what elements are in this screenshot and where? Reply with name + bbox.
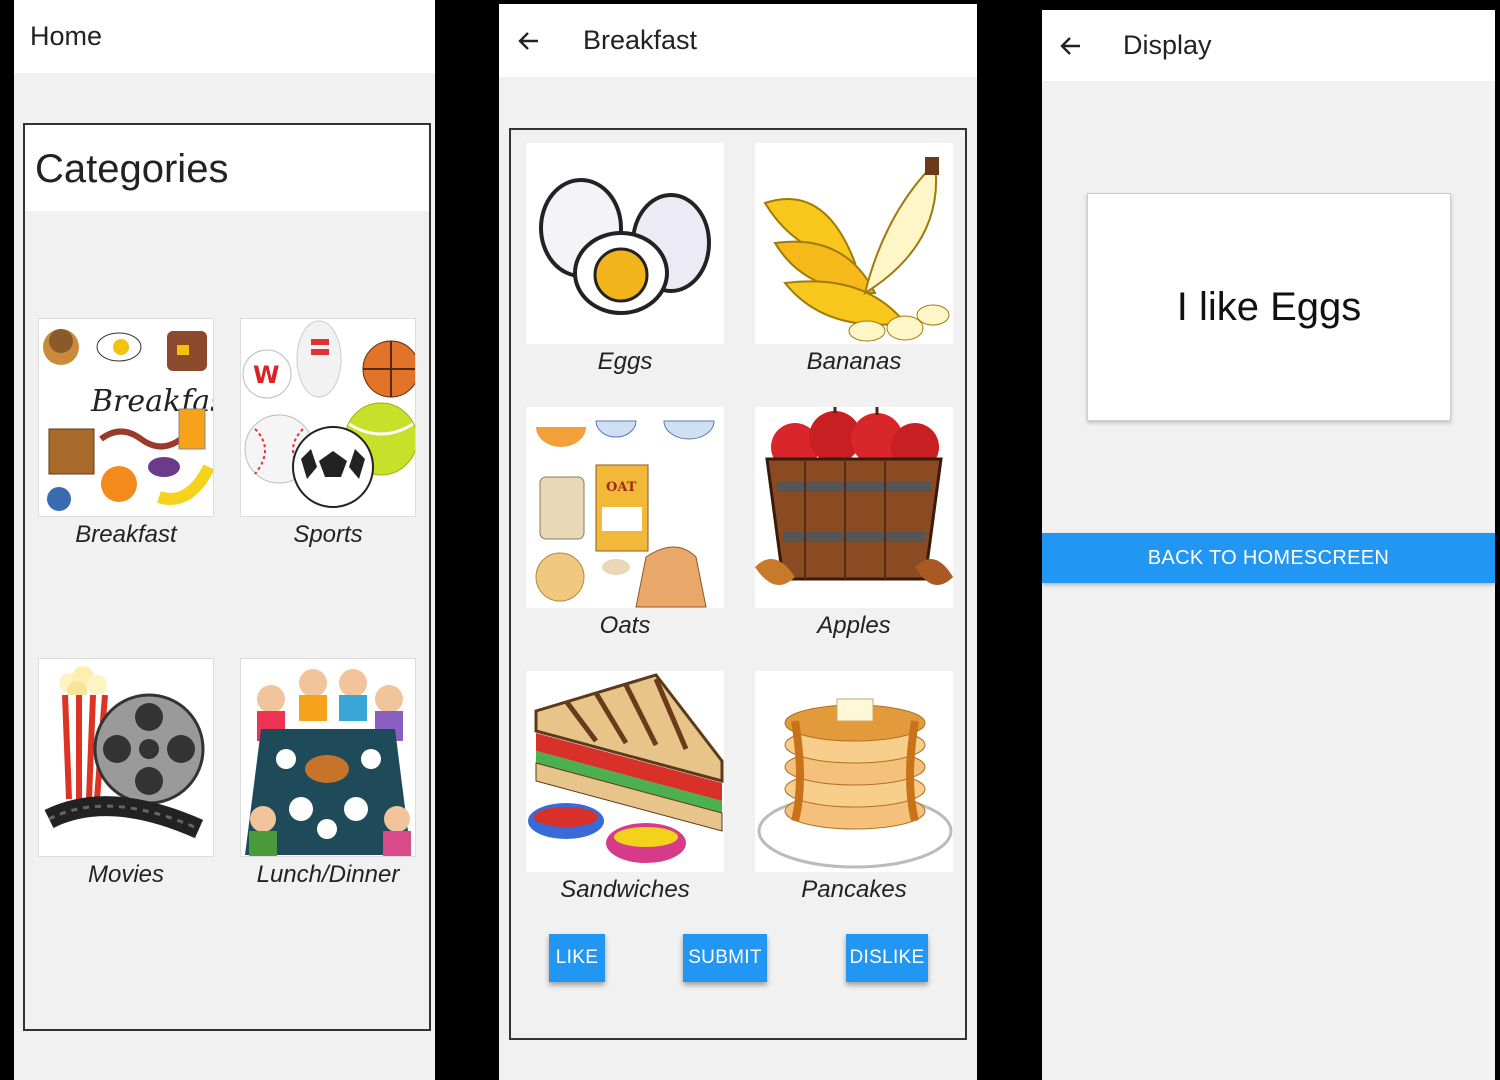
back-arrow-icon[interactable] <box>1056 31 1086 61</box>
apples-basket-image <box>755 407 953 608</box>
back-to-homescreen-button[interactable]: BACK TO HOMESCREEN <box>1042 533 1495 583</box>
message-card: I like Eggs <box>1087 193 1451 421</box>
submit-button[interactable]: SUBMIT <box>683 934 767 982</box>
home-screen: Home Categories Breakfast <box>14 0 435 1080</box>
food-label-bananas: Bananas <box>806 348 902 375</box>
category-tile-lunch-dinner[interactable]: Lunch/Dinner <box>240 658 416 898</box>
display-app-bar: Display <box>1042 10 1495 81</box>
movie-reel-popcorn-image <box>38 658 214 857</box>
dislike-button[interactable]: DISLIKE <box>846 934 928 982</box>
breakfast-title: Breakfast <box>583 25 698 55</box>
breakfast-clipart-image: Breakfast <box>38 318 214 517</box>
breakfast-items-panel: Eggs Bananas OAT Oats Apples Sandwiches … <box>509 128 967 1040</box>
categories-heading: Categories <box>35 147 229 191</box>
home-title: Home <box>30 21 103 51</box>
food-item-eggs[interactable]: Eggs <box>526 143 724 383</box>
sports-balls-image: W <box>240 318 416 517</box>
category-tile-sports[interactable]: W Sports <box>240 318 416 558</box>
categories-panel: Categories Breakfast Break <box>23 123 431 1031</box>
category-label-movies: Movies <box>87 861 165 888</box>
svg-text:W: W <box>253 361 279 389</box>
food-item-sandwiches[interactable]: Sandwiches <box>526 671 724 911</box>
food-item-bananas[interactable]: Bananas <box>755 143 953 383</box>
pancakes-image <box>755 671 953 872</box>
svg-text:OAT: OAT <box>606 480 637 495</box>
food-label-oats: Oats <box>599 612 651 639</box>
oats-image: OAT <box>526 407 724 608</box>
display-screen: Display I like Eggs BACK TO HOMESCREEN <box>1042 10 1495 1080</box>
message-text: I like Eggs <box>1176 284 1362 329</box>
eggs-image <box>526 143 724 344</box>
back-arrow-icon[interactable] <box>514 26 544 56</box>
like-button[interactable]: LIKE <box>549 934 605 982</box>
sandwich-image <box>526 671 724 872</box>
category-label-breakfast: Breakfast <box>75 521 177 548</box>
category-label-lunch-dinner: Lunch/Dinner <box>256 861 400 888</box>
food-item-oats[interactable]: OAT Oats <box>526 407 724 647</box>
breakfast-app-bar: Breakfast <box>499 4 977 77</box>
food-label-eggs: Eggs <box>597 348 653 375</box>
food-item-apples[interactable]: Apples <box>755 407 953 647</box>
display-title: Display <box>1123 30 1212 60</box>
category-tile-movies[interactable]: Movies <box>38 658 214 898</box>
family-dinner-image <box>240 658 416 857</box>
food-label-pancakes: Pancakes <box>801 876 907 903</box>
food-label-sandwiches: Sandwiches <box>560 876 690 903</box>
food-label-apples: Apples <box>817 612 891 639</box>
category-label-sports: Sports <box>293 521 363 548</box>
home-app-bar: Home <box>14 0 435 73</box>
bananas-image <box>755 143 953 344</box>
breakfast-screen: Breakfast Eggs Bananas OAT Oats Apples S… <box>499 4 977 1080</box>
food-item-pancakes[interactable]: Pancakes <box>755 671 953 911</box>
category-tile-breakfast[interactable]: Breakfast Breakfast <box>38 318 214 558</box>
categories-header: Categories <box>25 125 429 211</box>
